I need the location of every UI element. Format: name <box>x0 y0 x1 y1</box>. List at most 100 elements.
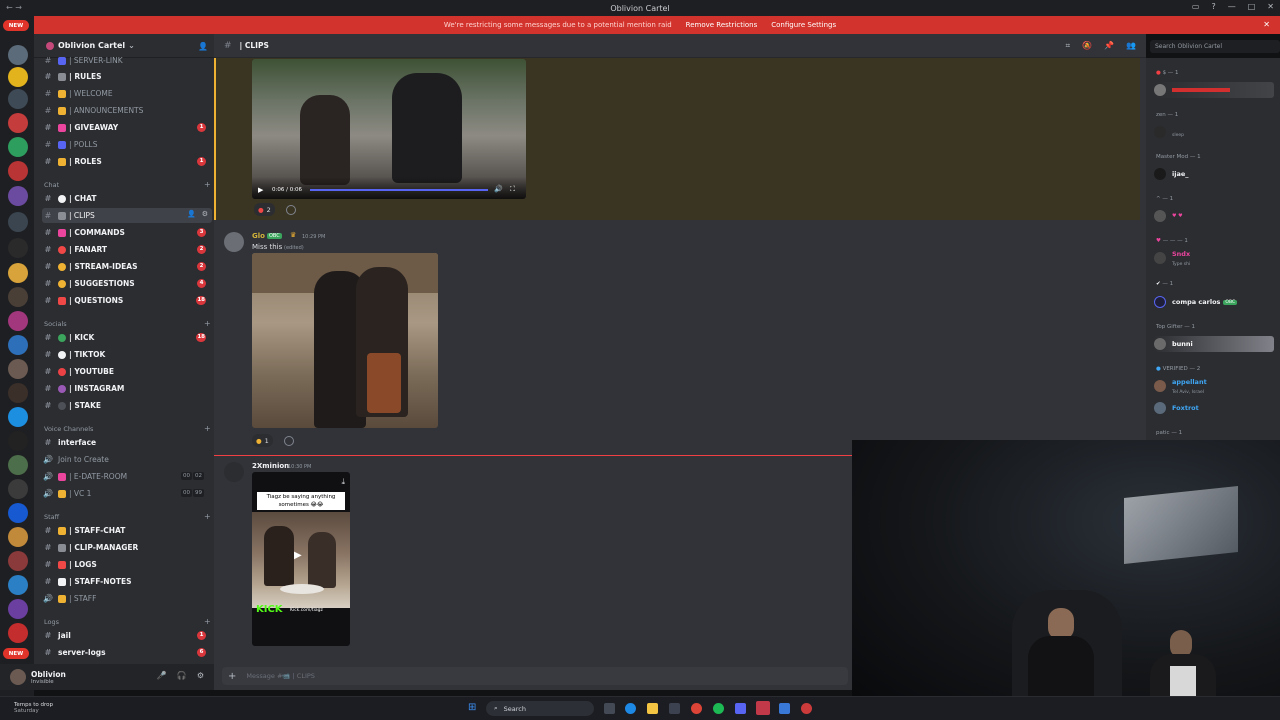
channel-giveaway[interactable]: # | GIVEAWAY 1 <box>42 120 212 135</box>
new-badge[interactable]: NEW <box>3 648 29 659</box>
microphone-icon[interactable]: 🎤 <box>157 671 167 680</box>
channel-staff-notes[interactable]: # | STAFF-NOTES <box>42 574 212 589</box>
add-channel-icon[interactable]: + <box>204 424 211 433</box>
server-icon[interactable] <box>8 455 28 475</box>
reaction-chip[interactable]: ● 2 <box>254 203 275 216</box>
mute-bell-icon[interactable]: 🔕 <box>1082 41 1092 51</box>
category-logs[interactable]: Logs + <box>44 617 211 626</box>
server-icon[interactable] <box>8 67 28 87</box>
channel-commands[interactable]: # | COMMANDS 3 <box>42 225 212 240</box>
channel-kick[interactable]: # | KICK 18 <box>42 330 212 345</box>
app-icon[interactable] <box>801 703 812 714</box>
close-button[interactable]: ✕ <box>1267 2 1274 11</box>
server-icon[interactable] <box>8 551 28 571</box>
channel-instagram[interactable]: # | INSTAGRAM <box>42 381 212 396</box>
channel-roles[interactable]: # | ROLES 1 <box>42 154 212 169</box>
member-list-icon[interactable]: 👥 <box>1126 41 1136 51</box>
store-icon[interactable] <box>669 703 680 714</box>
channel-logs[interactable]: # | LOGS <box>42 557 212 572</box>
add-channel-icon[interactable]: + <box>204 180 211 189</box>
server-icon[interactable] <box>8 113 28 133</box>
channel-youtube[interactable]: # | YOUTUBE <box>42 364 212 379</box>
image-attachment[interactable] <box>252 253 438 428</box>
download-icon[interactable]: ⤓ <box>341 477 345 487</box>
play-icon[interactable]: ▶ <box>258 186 263 194</box>
voice-join-to-create[interactable]: 🔊 Join to Create <box>42 452 212 467</box>
category-staff[interactable]: Staff + <box>44 512 211 521</box>
member-item[interactable]: Sndx Type shi <box>1154 250 1274 267</box>
user-info[interactable]: Oblivion Invisible <box>31 670 66 685</box>
file-explorer-icon[interactable] <box>647 703 658 714</box>
channel-staff-chat[interactable]: # | STAFF-CHAT <box>42 523 212 538</box>
channel-welcome[interactable]: # | WELCOME <box>42 86 212 101</box>
server-icon[interactable] <box>8 527 28 547</box>
channel-chat[interactable]: # | CHAT <box>42 191 212 206</box>
server-icon[interactable] <box>8 287 28 307</box>
add-reaction-icon[interactable] <box>286 205 296 215</box>
gear-icon[interactable]: ⚙ <box>197 671 204 680</box>
member-item[interactable] <box>1154 82 1274 98</box>
new-badge[interactable]: NEW <box>3 20 29 31</box>
channel-fanart[interactable]: # | FANART 2 <box>42 242 212 257</box>
channel-tiktok[interactable]: # | TIKTOK <box>42 347 212 362</box>
channel-clips[interactable]: # | CLIPS 👤 ⚙ <box>42 208 212 223</box>
avatar[interactable] <box>10 669 26 685</box>
server-icon[interactable] <box>8 45 28 65</box>
windows-start-icon[interactable]: ⊞ <box>468 702 476 713</box>
video-attachment[interactable]: ⤓ Tiagz be saying anything sometimes 😂😂 … <box>252 472 350 646</box>
voice-edate-room[interactable]: 🔊 | E-DATE-ROOM 00 02 <box>42 469 212 484</box>
server-icon[interactable] <box>8 599 28 619</box>
member-item[interactable]: bunni <box>1154 336 1274 352</box>
server-icon[interactable] <box>8 479 28 499</box>
inbox-icon[interactable]: ▭ <box>1192 2 1200 11</box>
category-socials[interactable]: Socials + <box>44 319 211 328</box>
minimize-button[interactable]: — <box>1228 2 1236 11</box>
volume-icon[interactable]: 🔊 <box>494 185 503 193</box>
server-icon[interactable] <box>8 575 28 595</box>
video-player[interactable]: ▶ 0:06 / 0:06 🔊 ⛶ <box>252 59 526 199</box>
avatar[interactable] <box>224 232 244 252</box>
edge-icon[interactable] <box>625 703 636 714</box>
channel-questions[interactable]: # | QUESTIONS 18 <box>42 293 212 308</box>
server-icon[interactable] <box>8 503 28 523</box>
message-author[interactable]: Glo <box>252 232 265 240</box>
server-icon[interactable] <box>8 137 28 157</box>
member-item[interactable]: ijae_ <box>1154 166 1274 182</box>
maximize-button[interactable]: □ <box>1248 2 1256 11</box>
close-icon[interactable]: ✕ <box>1263 20 1270 29</box>
plus-icon[interactable]: + <box>228 671 236 682</box>
fullscreen-icon[interactable]: ⛶ <box>510 185 515 194</box>
member-item[interactable]: ♥ ♥ <box>1154 208 1274 224</box>
channel-stream-ideas[interactable]: # | STREAM-IDEAS 2 <box>42 259 212 274</box>
nav-arrows[interactable]: ← → <box>6 3 22 12</box>
voice-staff[interactable]: 🔊 | STAFF <box>42 591 212 606</box>
threads-icon[interactable]: ⌗ <box>1066 41 1071 51</box>
headphones-icon[interactable]: 🎧 <box>177 671 187 680</box>
taskbar-search[interactable]: ⌕ Search <box>486 701 594 716</box>
app-icon[interactable] <box>779 703 790 714</box>
task-view-icon[interactable] <box>604 703 615 714</box>
channel-polls[interactable]: # | POLLS <box>42 137 212 152</box>
add-channel-icon[interactable]: + <box>204 617 211 626</box>
server-icon[interactable] <box>8 311 28 331</box>
invite-icon[interactable]: 👤 <box>187 210 196 218</box>
channel-jail[interactable]: # jail 1 <box>42 628 212 643</box>
server-icon[interactable] <box>8 335 28 355</box>
server-icon[interactable] <box>8 359 28 379</box>
message-composer[interactable]: + Message #📹 | CLIPS <box>222 667 848 685</box>
server-icon[interactable] <box>8 161 28 181</box>
spotify-icon[interactable] <box>713 703 724 714</box>
add-channel-icon[interactable]: + <box>204 319 211 328</box>
category-chat[interactable]: Chat + <box>44 180 211 189</box>
server-icon[interactable] <box>8 186 28 206</box>
add-channel-icon[interactable]: + <box>204 512 211 521</box>
pin-icon[interactable]: 📌 <box>1104 41 1114 51</box>
play-icon[interactable]: ▶ <box>294 550 302 561</box>
channel-rules[interactable]: # | RULES <box>42 69 212 84</box>
server-icon[interactable] <box>8 212 28 232</box>
avatar[interactable] <box>224 462 244 482</box>
server-icon[interactable] <box>8 383 28 403</box>
channel-server-logs[interactable]: # server-logs 6 <box>42 645 212 660</box>
discord-icon[interactable] <box>735 703 746 714</box>
channel-suggestions[interactable]: # | SUGGESTIONS 4 <box>42 276 212 291</box>
